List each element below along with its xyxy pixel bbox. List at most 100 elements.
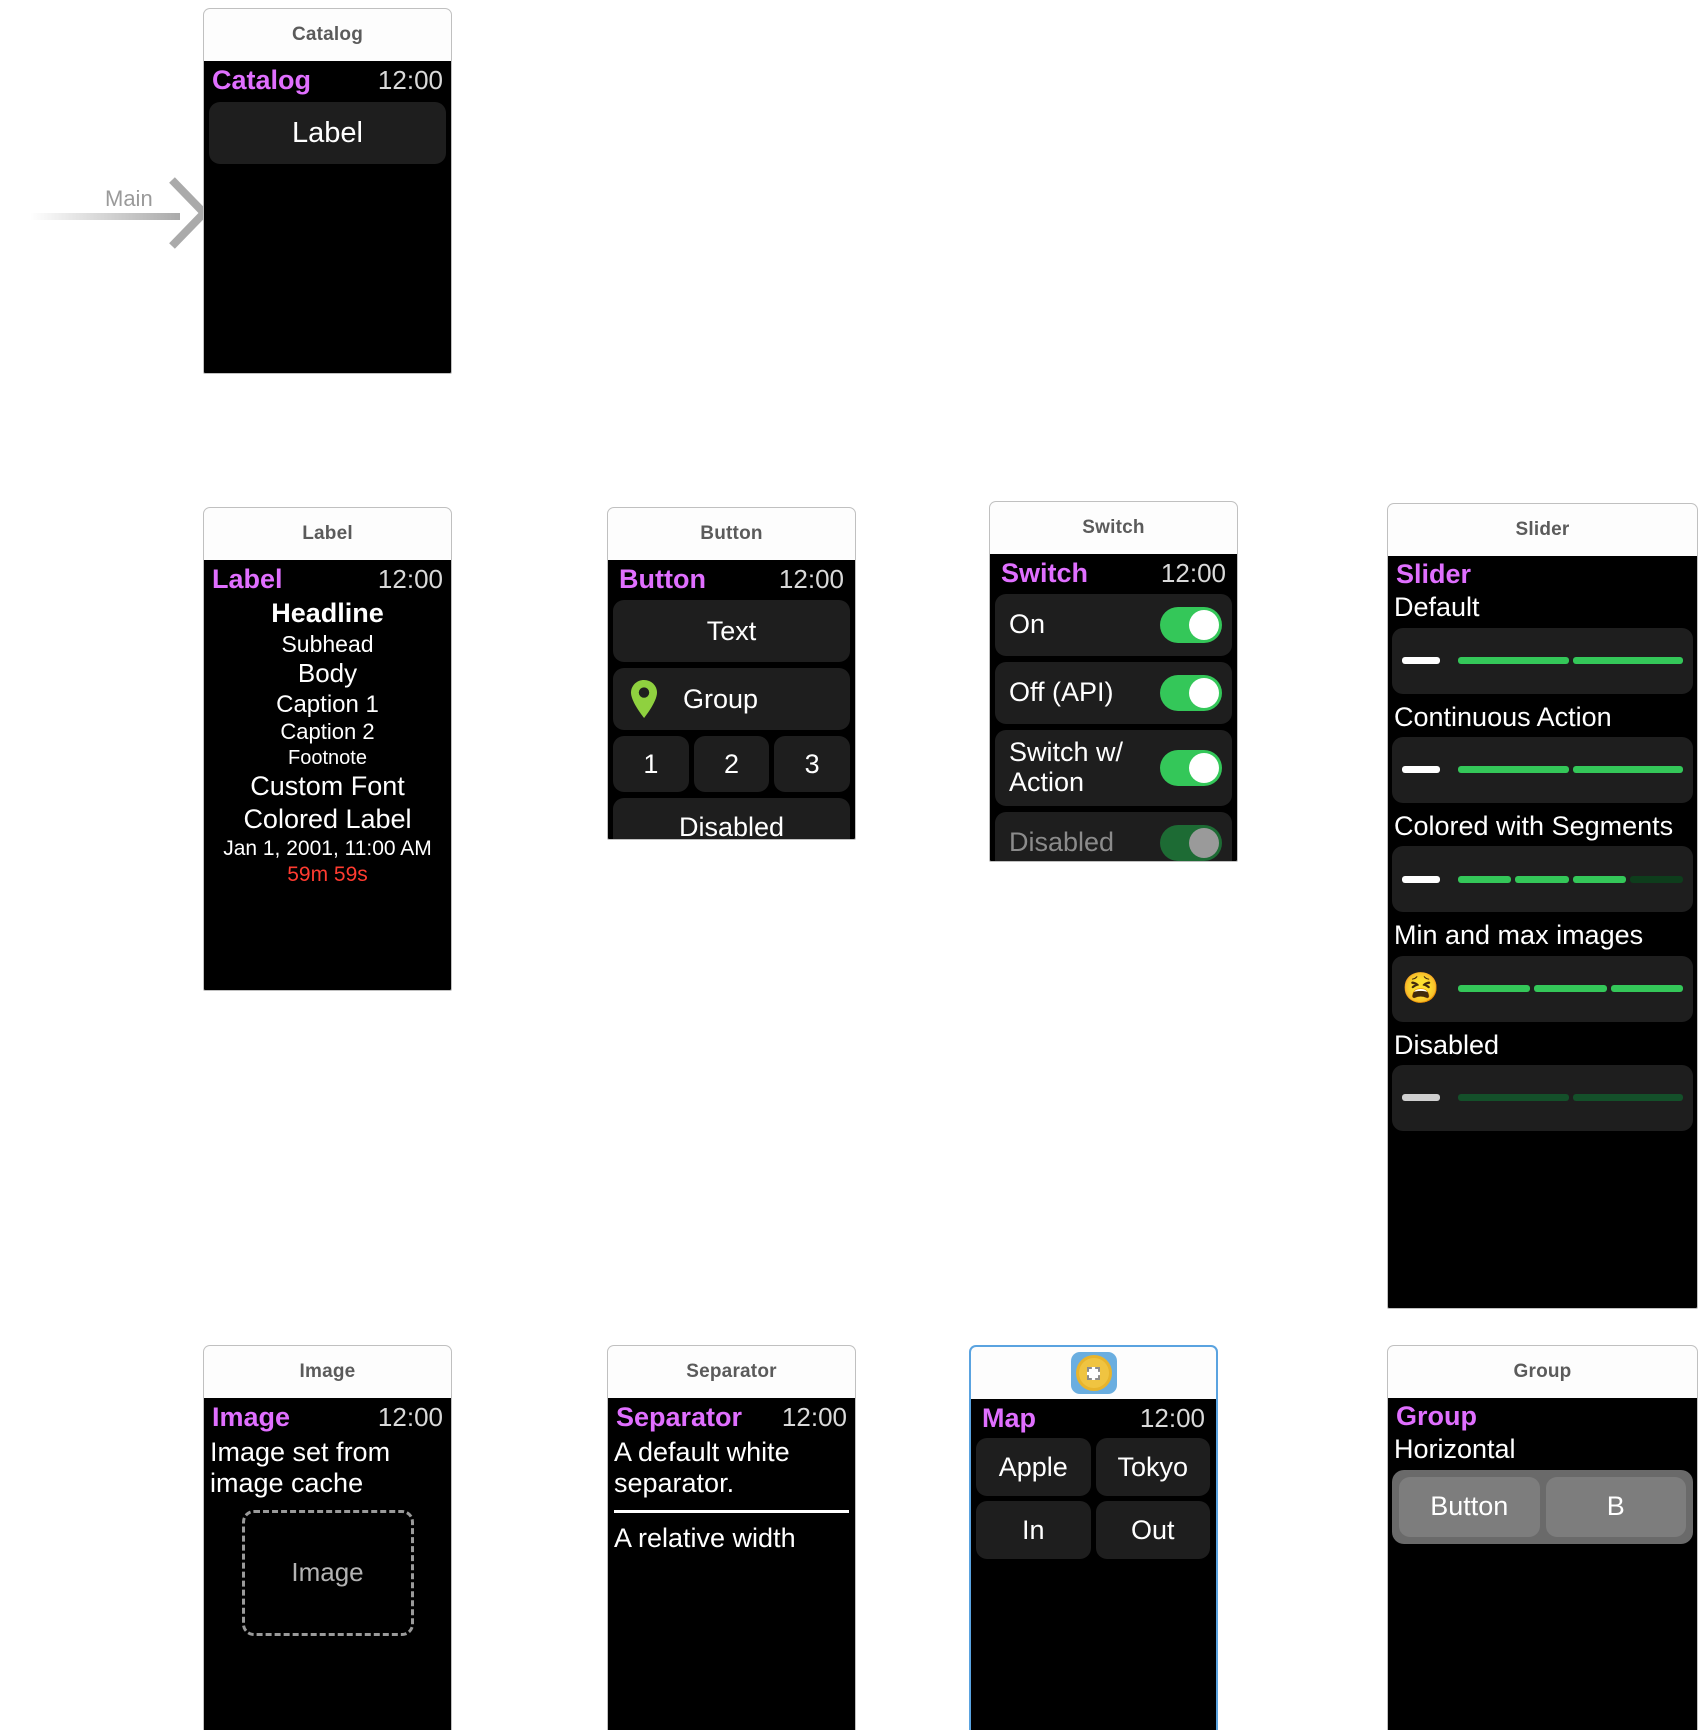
- toggle-knob: [1189, 610, 1219, 640]
- button-2[interactable]: 2: [693, 736, 770, 792]
- button-3-label: 3: [804, 748, 820, 779]
- switch-label-off-api: Off (API): [1009, 677, 1114, 708]
- map-button-out[interactable]: Out: [1095, 1501, 1210, 1559]
- scene-switch[interactable]: Switch Switch 12:00 On Off (API) Switch …: [989, 501, 1238, 862]
- switch-row-with-action[interactable]: Switch w/ Action: [995, 730, 1232, 806]
- slider-default[interactable]: [1392, 627, 1693, 694]
- status-bar-catalog: Catalog 12:00: [204, 61, 451, 98]
- watch-screen-slider[interactable]: Slider Default Continuous Action Colored…: [1387, 556, 1698, 1309]
- watch-time-image: 12:00: [377, 1402, 443, 1432]
- switch-label-disabled: Disabled: [1009, 827, 1115, 858]
- slider-min-max-images[interactable]: 😫: [1392, 955, 1693, 1022]
- scene-slider[interactable]: Slider Slider Default Continuous Action: [1387, 503, 1698, 1309]
- storyboard-canvas[interactable]: Main Catalog Catalog 12:00 Label Label L…: [0, 0, 1698, 1730]
- watch-screen-separator[interactable]: Separator 12:00 A default white separato…: [607, 1398, 856, 1730]
- slider-caption-disabled: Disabled: [1394, 1029, 1500, 1060]
- scene-title-button: Button: [700, 523, 763, 544]
- scene-title-bar-switch[interactable]: Switch: [989, 501, 1238, 554]
- image-caption: Image set from image cache: [210, 1437, 391, 1499]
- map-button-in-label: In: [1021, 1514, 1045, 1545]
- slider-colored-segments[interactable]: [1392, 846, 1693, 913]
- separator-text-1: A default white separator.: [614, 1437, 790, 1499]
- entry-point-label: Main: [105, 186, 153, 211]
- switch-label-on: On: [1009, 609, 1046, 640]
- watch-time-button: 12:00: [778, 564, 844, 594]
- image-placeholder-label: Image: [291, 1557, 364, 1588]
- scene-title-bar-catalog[interactable]: Catalog: [203, 8, 452, 61]
- map-button-apple[interactable]: Apple: [976, 1438, 1091, 1496]
- slider-caption-colored: Colored with Segments: [1394, 810, 1674, 841]
- status-bar-group: Group: [1388, 1398, 1697, 1433]
- button-number-row: 1 2 3: [613, 736, 851, 792]
- group-button-2[interactable]: B: [1545, 1476, 1686, 1537]
- watch-screen-map[interactable]: Map 12:00 Apple Tokyo In Out: [969, 1399, 1218, 1730]
- button-disabled: Disabled: [613, 798, 850, 840]
- catalog-row-label[interactable]: Label: [209, 102, 446, 164]
- scene-title-bar-separator[interactable]: Separator: [607, 1345, 856, 1398]
- watch-screen-switch[interactable]: Switch 12:00 On Off (API) Switch w/ Acti…: [989, 554, 1238, 862]
- button-group[interactable]: Group: [613, 668, 850, 730]
- scene-button[interactable]: Button Button 12:00 Text Group 1 2 3 Dis…: [607, 507, 856, 840]
- watch-screen-image[interactable]: Image 12:00 Image set from image cache I…: [203, 1398, 452, 1730]
- scene-map[interactable]: Map 12:00 Apple Tokyo In Out: [969, 1345, 1218, 1730]
- button-group-label: Group: [683, 683, 759, 714]
- slider-track-continuous[interactable]: [1458, 766, 1683, 774]
- label-caption-2: Caption 2: [280, 718, 375, 744]
- switch-toggle-on[interactable]: [1160, 607, 1222, 643]
- button-text[interactable]: Text: [613, 600, 850, 662]
- label-caption-1: Caption 1: [276, 690, 379, 718]
- button-1[interactable]: 1: [613, 736, 689, 792]
- separator-text-2: A relative width: [614, 1522, 796, 1553]
- scene-separator[interactable]: Separator Separator 12:00 A default whit…: [607, 1345, 856, 1730]
- slider-segment: [1572, 875, 1626, 883]
- minus-icon[interactable]: [1402, 766, 1440, 774]
- switch-row-off-api[interactable]: Off (API): [995, 662, 1232, 724]
- scene-group[interactable]: Group Group Horizontal Button B: [1387, 1345, 1698, 1730]
- watch-screen-catalog[interactable]: Catalog 12:00 Label: [203, 61, 452, 374]
- scene-catalog[interactable]: Catalog Catalog 12:00 Label: [203, 8, 452, 374]
- scene-title-bar-slider[interactable]: Slider: [1387, 503, 1698, 556]
- slider-continuous-action[interactable]: [1392, 736, 1693, 803]
- snapshot-badge-icon[interactable]: [1070, 1352, 1117, 1394]
- watch-time-switch: 12:00: [1160, 558, 1226, 588]
- switch-toggle-with-action[interactable]: [1160, 750, 1222, 786]
- minus-icon[interactable]: [1402, 657, 1440, 665]
- watch-title-group: Group: [1396, 1401, 1477, 1431]
- scene-image[interactable]: Image Image 12:00 Image set from image c…: [203, 1345, 452, 1730]
- group-button-2-label: B: [1606, 1491, 1625, 1522]
- scene-label[interactable]: Label Label 12:00 Headline Subhead Body …: [203, 507, 452, 991]
- watch-time-label: 12:00: [377, 564, 443, 594]
- scene-title-bar-group[interactable]: Group: [1387, 1345, 1698, 1398]
- slider-caption-default: Default: [1394, 592, 1480, 623]
- status-bar-switch: Switch 12:00: [993, 554, 1234, 591]
- watch-title-map: Map: [982, 1403, 1036, 1434]
- scene-title-bar-button[interactable]: Button: [607, 507, 856, 560]
- scene-title-bar-image[interactable]: Image: [203, 1345, 452, 1398]
- snapshot-inner-icon: [1087, 1366, 1100, 1380]
- scene-title-bar-map[interactable]: [969, 1345, 1218, 1399]
- label-date: Jan 1, 2001, 11:00 AM: [223, 837, 432, 861]
- group-button-1[interactable]: Button: [1399, 1476, 1540, 1537]
- slider-caption-continuous: Continuous Action: [1394, 701, 1612, 732]
- watch-screen-group[interactable]: Group Horizontal Button B: [1387, 1398, 1698, 1730]
- minus-icon[interactable]: [1402, 875, 1440, 883]
- scene-title-bar-label[interactable]: Label: [203, 507, 452, 560]
- slider-track-colored[interactable]: [1458, 875, 1683, 883]
- button-3[interactable]: 3: [774, 736, 851, 792]
- slider-track-minmax[interactable]: [1458, 985, 1683, 993]
- scene-title-catalog: Catalog: [291, 24, 364, 45]
- button-disabled-label: Disabled: [678, 811, 785, 840]
- watch-screen-button[interactable]: Button 12:00 Text Group 1 2 3 Disabled: [607, 560, 856, 840]
- map-button-in[interactable]: In: [976, 1501, 1091, 1559]
- slider-track-default[interactable]: [1458, 657, 1683, 665]
- switch-toggle-off-api[interactable]: [1160, 675, 1222, 711]
- slider-segment: [1572, 766, 1683, 774]
- label-footnote: Footnote: [288, 746, 367, 769]
- map-button-tokyo[interactable]: Tokyo: [1095, 1438, 1210, 1496]
- tired-face-emoji-icon[interactable]: 😫: [1402, 973, 1440, 1004]
- switch-toggle-disabled: [1160, 825, 1222, 861]
- status-bar-button: Button 12:00: [611, 560, 852, 597]
- initial-entry-point-arrow: [30, 168, 208, 258]
- watch-screen-label[interactable]: Label 12:00 Headline Subhead Body Captio…: [203, 560, 452, 991]
- switch-row-on[interactable]: On: [995, 594, 1232, 656]
